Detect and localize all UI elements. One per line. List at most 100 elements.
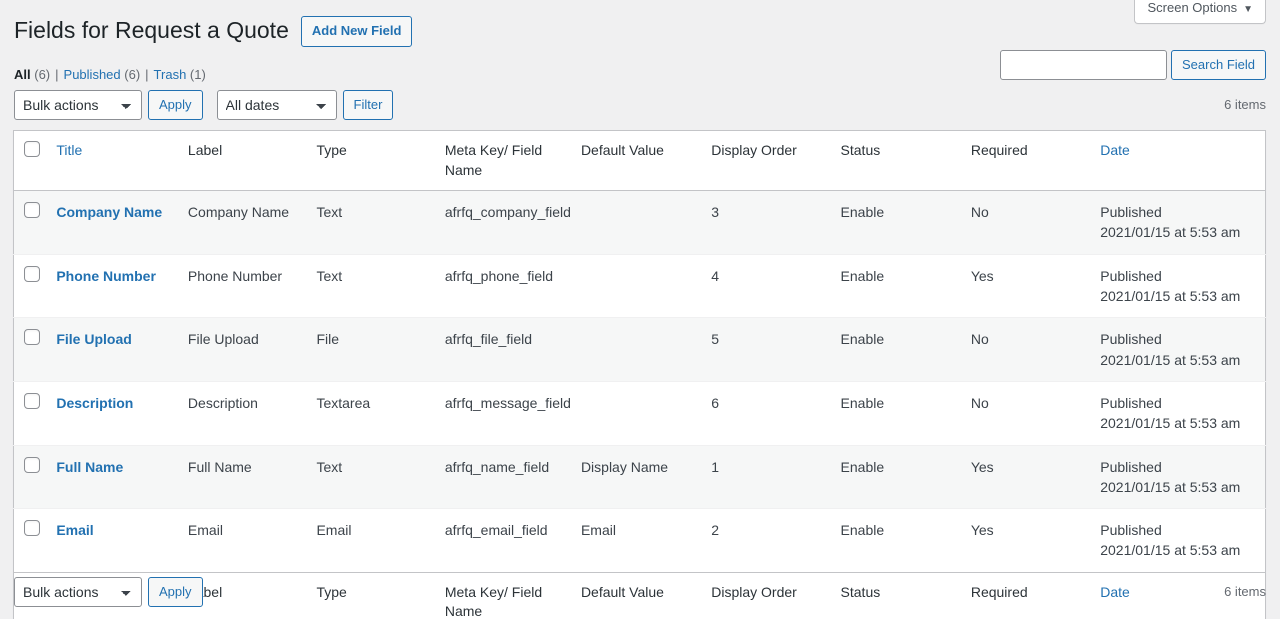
row-title-link[interactable]: Description xyxy=(56,395,133,411)
cell-title: Email xyxy=(56,509,188,573)
cell-display-order: 5 xyxy=(711,331,720,348)
date-value: 2021/01/15 at 5:53 am xyxy=(1100,415,1241,432)
select-all-checkbox[interactable] xyxy=(24,141,40,157)
tablenav-bottom: Bulk actions Apply 6 items xyxy=(14,577,1266,607)
filter-count-all: (6) xyxy=(34,67,51,82)
select-all-header xyxy=(13,130,57,192)
bulk-actions-select-top[interactable]: Bulk actions xyxy=(14,90,142,120)
row-checkbox[interactable] xyxy=(24,329,40,346)
sort-title-link[interactable]: Title xyxy=(56,142,82,158)
column-header-title: Title xyxy=(56,130,188,192)
cell-default-value xyxy=(581,318,711,382)
bulk-actions-group-top: Bulk actions Apply xyxy=(14,90,203,120)
cell-default-value xyxy=(581,254,711,318)
row-title-link[interactable]: Full Name xyxy=(56,459,123,475)
cell-meta-key: afrfq_email_field xyxy=(444,522,548,539)
screen-options-label: Screen Options xyxy=(1147,0,1238,15)
search-box: Search Field xyxy=(1000,50,1266,80)
row-checkbox[interactable] xyxy=(24,202,40,219)
screen-options-tab[interactable]: Screen Options ▼ xyxy=(1134,0,1266,25)
filter-link-trash-item: Trash (1) xyxy=(154,62,206,88)
filter-count-published: (6) xyxy=(124,67,141,82)
cell-title: Phone Number xyxy=(56,254,188,318)
date-value: 2021/01/15 at 5:53 am xyxy=(1100,351,1241,368)
chevron-down-icon: ▼ xyxy=(1243,4,1253,15)
cell-type: Text xyxy=(316,204,343,221)
date-status: Published xyxy=(1100,394,1162,411)
cell-required: Yes xyxy=(970,458,994,475)
column-header-meta-key: Meta Key/ Field Name xyxy=(444,130,581,192)
cell-label: Description xyxy=(187,394,258,411)
items-count-bottom: 6 items xyxy=(1224,584,1266,599)
filter-button[interactable]: Filter xyxy=(342,90,394,120)
cell-type: File xyxy=(316,331,340,348)
cell-label: Phone Number xyxy=(187,267,283,284)
table-body: Company Name Company Name Text afrfq_compan… xyxy=(13,190,1266,573)
add-new-field-button[interactable]: Add New Field xyxy=(300,16,413,47)
cell-default-value xyxy=(581,381,711,445)
row-title-link[interactable]: File Upload xyxy=(56,331,131,347)
cell-display-order: 2 xyxy=(711,522,720,539)
filter-link-all[interactable]: All xyxy=(14,67,31,82)
cell-display-order: 1 xyxy=(711,458,720,475)
column-header-required: Required xyxy=(970,130,1101,192)
date-filter-select[interactable]: All dates xyxy=(216,90,337,120)
filter-link-trash[interactable]: Trash xyxy=(154,67,187,82)
cell-title: Full Name xyxy=(56,445,188,509)
page-title-row: Fields for Request a Quote Add New Field xyxy=(14,16,413,47)
row-checkbox[interactable] xyxy=(24,392,40,409)
cell-status: Enable xyxy=(840,267,885,284)
cell-label: Email xyxy=(187,522,223,539)
search-input[interactable] xyxy=(1000,50,1168,80)
cell-status: Enable xyxy=(840,458,885,475)
row-title-link[interactable]: Phone Number xyxy=(56,268,156,284)
row-title-link[interactable]: Email xyxy=(56,522,93,538)
cell-status: Enable xyxy=(840,522,885,539)
table-row: Phone Number Phone Number Text afrfq_phone_… xyxy=(13,254,1266,318)
row-select-cell xyxy=(14,191,57,255)
cell-status: Enable xyxy=(840,394,885,411)
bulk-actions-select-bottom[interactable]: Bulk actions xyxy=(14,577,142,607)
date-filter-group: All dates Filter xyxy=(216,90,394,120)
cell-title: Description xyxy=(56,381,188,445)
cell-type: Text xyxy=(316,458,343,475)
date-status: Published xyxy=(1100,204,1162,221)
cell-date: Published 2021/01/15 at 5:53 am xyxy=(1100,509,1265,573)
cell-type: Email xyxy=(316,522,352,539)
screen-meta-links: Screen Options ▼ xyxy=(1134,0,1266,25)
filter-link-published[interactable]: Published xyxy=(64,67,121,82)
table-row: File Upload File Upload File afrfq_file_fie… xyxy=(13,317,1266,382)
column-header-default-value: Default Value xyxy=(580,130,712,192)
cell-meta-key: afrfq_message_field xyxy=(444,394,571,411)
sort-date-link[interactable]: Date xyxy=(1100,142,1130,158)
cell-title: Company Name xyxy=(56,191,188,255)
cell-display-order: 4 xyxy=(711,267,720,284)
cell-date: Published 2021/01/15 at 5:53 am xyxy=(1100,445,1265,509)
search-field-button[interactable]: Search Field xyxy=(1171,50,1266,80)
cell-type: Textarea xyxy=(316,394,371,411)
cell-title: File Upload xyxy=(56,318,188,382)
page-title: Fields for Request a Quote xyxy=(14,17,289,44)
cell-status: Enable xyxy=(840,331,885,348)
status-filter-links: All (6) | Published (6) | Trash (1) xyxy=(14,62,206,88)
row-title-link[interactable]: Company Name xyxy=(56,204,162,220)
cell-date: Published 2021/01/15 at 5:53 am xyxy=(1100,381,1265,445)
row-checkbox[interactable] xyxy=(24,265,40,282)
cell-meta-key: afrfq_file_field xyxy=(444,331,533,348)
items-count-top: 6 items xyxy=(1224,97,1266,112)
cell-meta-key: afrfq_phone_field xyxy=(444,267,554,284)
bulk-actions-group-bottom: Bulk actions Apply xyxy=(14,577,203,607)
date-status: Published xyxy=(1100,458,1162,475)
apply-button-top[interactable]: Apply xyxy=(148,90,203,120)
filter-link-all-item: All (6) xyxy=(14,62,50,88)
cell-display-order: 6 xyxy=(711,394,720,411)
apply-button-bottom[interactable]: Apply xyxy=(148,577,203,607)
row-checkbox[interactable] xyxy=(24,520,40,537)
table-row: Description Description Textarea afrfq_mess… xyxy=(13,381,1266,446)
date-status: Published xyxy=(1100,522,1162,539)
row-checkbox[interactable] xyxy=(24,456,40,473)
cell-required: Yes xyxy=(970,522,994,539)
cell-default-value: Display Name xyxy=(580,458,669,475)
cell-date: Published 2021/01/15 at 5:53 am xyxy=(1100,318,1265,382)
admin-page: Screen Options ▼ Fields for Request a Quo… xyxy=(0,0,1280,619)
